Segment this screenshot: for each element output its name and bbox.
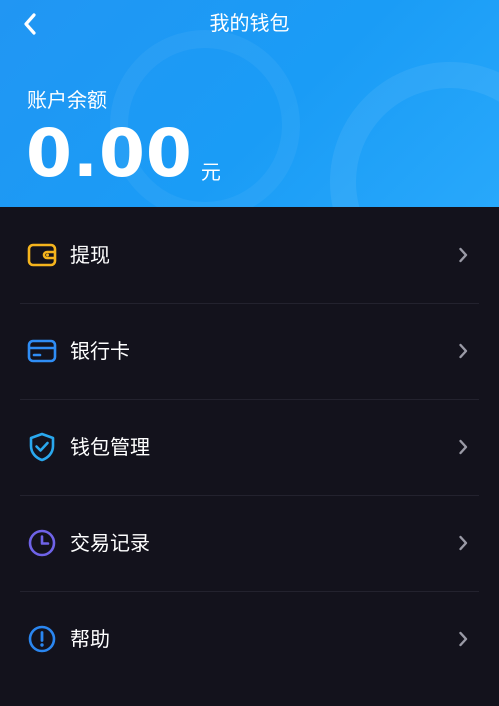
menu-item-transaction-history[interactable]: 交易记录 — [0, 495, 499, 591]
decorative-ring — [330, 62, 499, 207]
chevron-right-icon — [455, 439, 471, 455]
wallet-menu: 提现 银行卡 钱包管理 交易记录 帮助 — [0, 207, 499, 687]
chevron-right-icon — [455, 343, 471, 359]
balance-amount: 0.00 — [26, 115, 193, 192]
menu-item-label: 钱包管理 — [70, 435, 150, 459]
clock-icon — [26, 527, 58, 559]
chevron-right-icon — [455, 247, 471, 263]
menu-item-wallet-management[interactable]: 钱包管理 — [0, 399, 499, 495]
balance-label: 账户余额 — [27, 88, 107, 112]
wallet-header: 我的钱包 账户余额 0.00 元 — [0, 0, 499, 207]
menu-item-label: 提现 — [70, 243, 110, 267]
menu-item-label: 银行卡 — [70, 339, 130, 363]
balance-unit: 元 — [200, 160, 221, 184]
menu-item-help[interactable]: 帮助 — [0, 591, 499, 687]
menu-item-label: 帮助 — [70, 627, 110, 651]
balance-display: 0.00 元 — [26, 118, 221, 190]
menu-item-label: 交易记录 — [70, 531, 150, 555]
menu-item-withdraw[interactable]: 提现 — [0, 207, 499, 303]
page-title: 我的钱包 — [209, 11, 290, 35]
bank-card-icon — [26, 335, 58, 367]
menu-item-bank-card[interactable]: 银行卡 — [0, 303, 499, 399]
chevron-right-icon — [455, 535, 471, 551]
wallet-icon — [26, 239, 58, 271]
info-icon — [26, 623, 58, 655]
chevron-right-icon — [455, 631, 471, 647]
nav-bar: 我的钱包 — [0, 0, 499, 48]
shield-check-icon — [26, 431, 58, 463]
